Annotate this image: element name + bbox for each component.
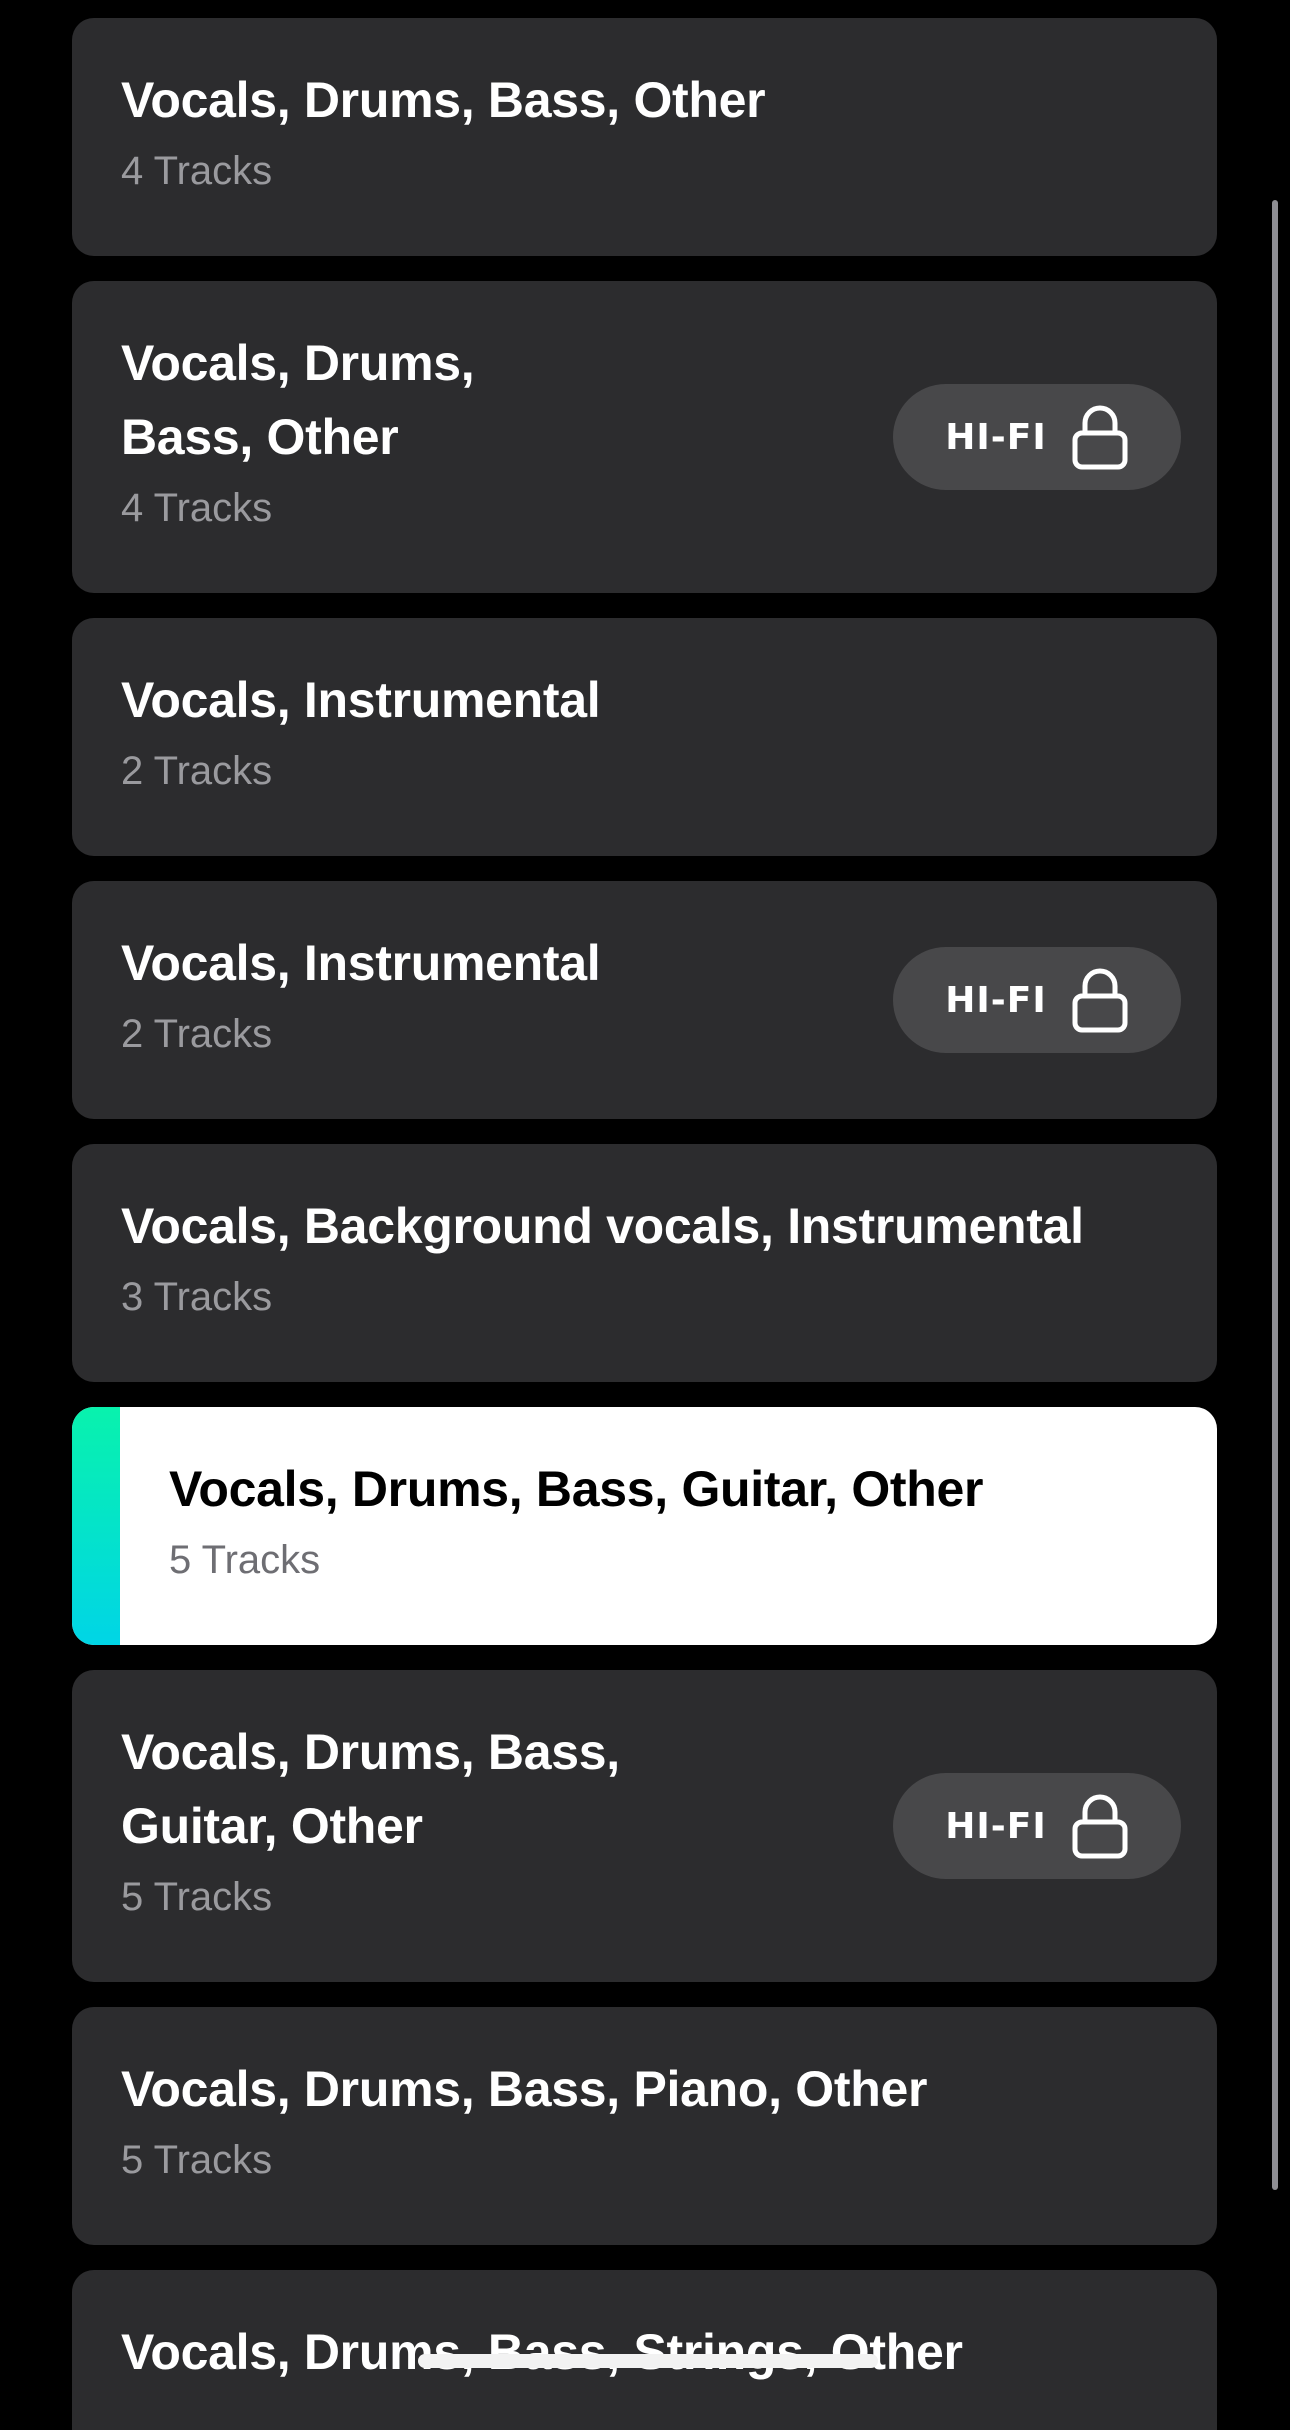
selected-accent-bar: [72, 1407, 120, 1645]
lock-icon: [1071, 403, 1129, 471]
option-track-count: 5 Tracks: [121, 2138, 273, 2182]
option-track-count: 4 Tracks: [121, 149, 273, 193]
option-text: Vocals, Background vocals, Instrumental …: [121, 1189, 1177, 1321]
hifi-locked-badge[interactable]: HI-FI: [893, 947, 1181, 1053]
option-card[interactable]: Vocals, Instrumental 2 Tracks HI-FI: [72, 881, 1217, 1119]
option-title-line: Vocals, Drums, Bass,: [121, 1724, 620, 1780]
option-title-line: Vocals, Drums,: [121, 335, 475, 391]
separation-options-list: Vocals, Drums, Bass, Other 4 Tracks Voca…: [72, 18, 1217, 2430]
option-title: Vocals, Drums, Bass, Other: [121, 72, 766, 128]
option-track-count: 4 Tracks: [121, 486, 273, 530]
hifi-label: HI-FI: [945, 1805, 1047, 1847]
option-text: Vocals, Drums, Bass, Piano, Other 5 Trac…: [121, 2052, 1177, 2184]
hifi-locked-badge[interactable]: HI-FI: [893, 1773, 1181, 1879]
option-title: Vocals, Drums, Bass, Guitar, Other: [121, 1715, 857, 1863]
option-title: Vocals, Background vocals, Instrumental: [121, 1198, 1084, 1254]
option-text: Vocals, Drums, Bass, Strings, Other: [121, 2315, 1177, 2389]
option-text: Vocals, Drums, Bass, Other 4 Tracks: [121, 63, 1177, 195]
lock-icon: [1071, 1792, 1129, 1860]
option-text: Vocals, Drums, Bass, Guitar, Other 5 Tra…: [121, 1715, 857, 1921]
option-track-count: 3 Tracks: [121, 1275, 273, 1319]
option-text: Vocals, Drums, Bass, Other 4 Tracks: [121, 326, 857, 532]
lock-icon: [1071, 966, 1129, 1034]
option-card[interactable]: Vocals, Background vocals, Instrumental …: [72, 1144, 1217, 1382]
option-title: Vocals, Drums, Bass, Strings, Other: [121, 2324, 963, 2380]
hifi-label: HI-FI: [945, 979, 1047, 1021]
option-title: Vocals, Drums, Bass, Guitar, Other: [169, 1461, 984, 1517]
option-track-count: 5 Tracks: [169, 1538, 321, 1582]
hifi-label: HI-FI: [945, 416, 1047, 458]
option-title-line: Bass, Other: [121, 409, 399, 465]
option-card[interactable]: Vocals, Drums, Bass, Other 4 Tracks HI-F…: [72, 281, 1217, 593]
option-title-line: Guitar, Other: [121, 1798, 423, 1854]
option-card[interactable]: Vocals, Drums, Bass, Other 4 Tracks: [72, 18, 1217, 256]
option-card[interactable]: Vocals, Instrumental 2 Tracks: [72, 618, 1217, 856]
scrollbar[interactable]: [1272, 200, 1278, 2190]
option-title: Vocals, Drums, Bass, Piano, Other: [121, 2061, 928, 2117]
option-card-selected[interactable]: Vocals, Drums, Bass, Guitar, Other 5 Tra…: [72, 1407, 1217, 1645]
home-indicator[interactable]: [418, 2354, 878, 2368]
option-text: Vocals, Drums, Bass, Guitar, Other 5 Tra…: [169, 1452, 1177, 1584]
option-title: Vocals, Instrumental: [121, 672, 601, 728]
option-card[interactable]: Vocals, Drums, Bass, Strings, Other: [72, 2270, 1217, 2430]
option-track-count: 2 Tracks: [121, 749, 273, 793]
option-card[interactable]: Vocals, Drums, Bass, Piano, Other 5 Trac…: [72, 2007, 1217, 2245]
option-title: Vocals, Drums, Bass, Other: [121, 326, 857, 474]
option-card[interactable]: Vocals, Drums, Bass, Guitar, Other 5 Tra…: [72, 1670, 1217, 1982]
option-text: Vocals, Instrumental 2 Tracks: [121, 663, 1177, 795]
hifi-locked-badge[interactable]: HI-FI: [893, 384, 1181, 490]
option-track-count: 5 Tracks: [121, 1875, 273, 1919]
